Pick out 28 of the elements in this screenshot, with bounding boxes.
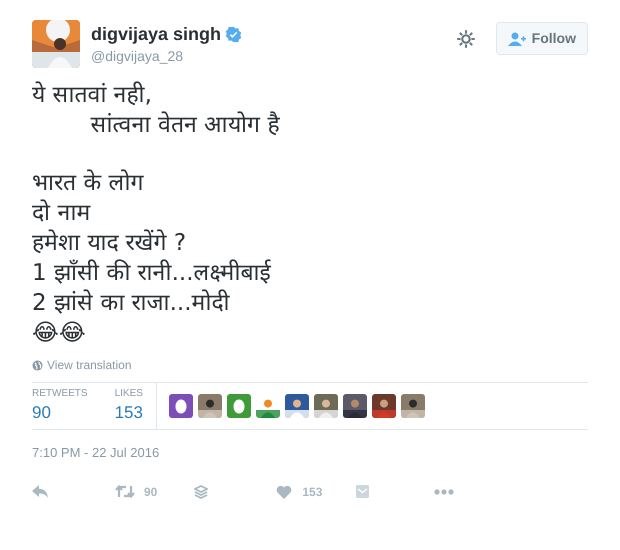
message-icon[interactable] <box>356 485 370 498</box>
settings-icon[interactable] <box>456 28 476 48</box>
egg-avatar-icon[interactable] <box>168 394 193 418</box>
tweet-text: दो नाम <box>32 198 90 228</box>
user-name[interactable]: digvijaya singh <box>91 22 222 46</box>
tweet-text: भारत के लोग <box>32 168 144 198</box>
stat-link[interactable]: LIKES 153 <box>114 388 143 429</box>
more-icon[interactable] <box>434 488 454 494</box>
heart-icon[interactable] <box>276 484 292 498</box>
like-count: 153 <box>302 484 322 500</box>
tweet-text: 2 झांसे का राजा...मोदी <box>32 288 230 318</box>
user-handle[interactable]: @digvijaya_28 <box>91 46 242 66</box>
stat-link[interactable]: RETWEETS 90 <box>32 388 88 429</box>
layers-icon[interactable] <box>194 484 208 498</box>
tweet-text: 1 झाँसी की रानी...लक्ष्मीबाई <box>32 258 270 288</box>
follow-button[interactable]: Follow <box>496 22 588 55</box>
tweet-text: ये सातवां नही, <box>32 80 152 110</box>
tweet-timestamp: 7:10 PM - 22 Jul 2016 <box>32 444 160 462</box>
tweet-text: 😂😂 <box>32 319 86 348</box>
tweet-text: हमेशा याद रखेंगे ? <box>32 228 186 258</box>
view-translation-link[interactable]: View translation <box>47 356 132 374</box>
globe-icon <box>32 360 43 370</box>
tweet-text: सांत्वना वेतन आयोग है <box>89 110 280 140</box>
retweet-icon[interactable] <box>115 485 135 498</box>
egg-avatar-icon[interactable] <box>226 394 251 418</box>
add-user-icon <box>508 32 526 46</box>
retweet-count: 90 <box>144 484 158 500</box>
reply-icon[interactable] <box>32 485 49 498</box>
